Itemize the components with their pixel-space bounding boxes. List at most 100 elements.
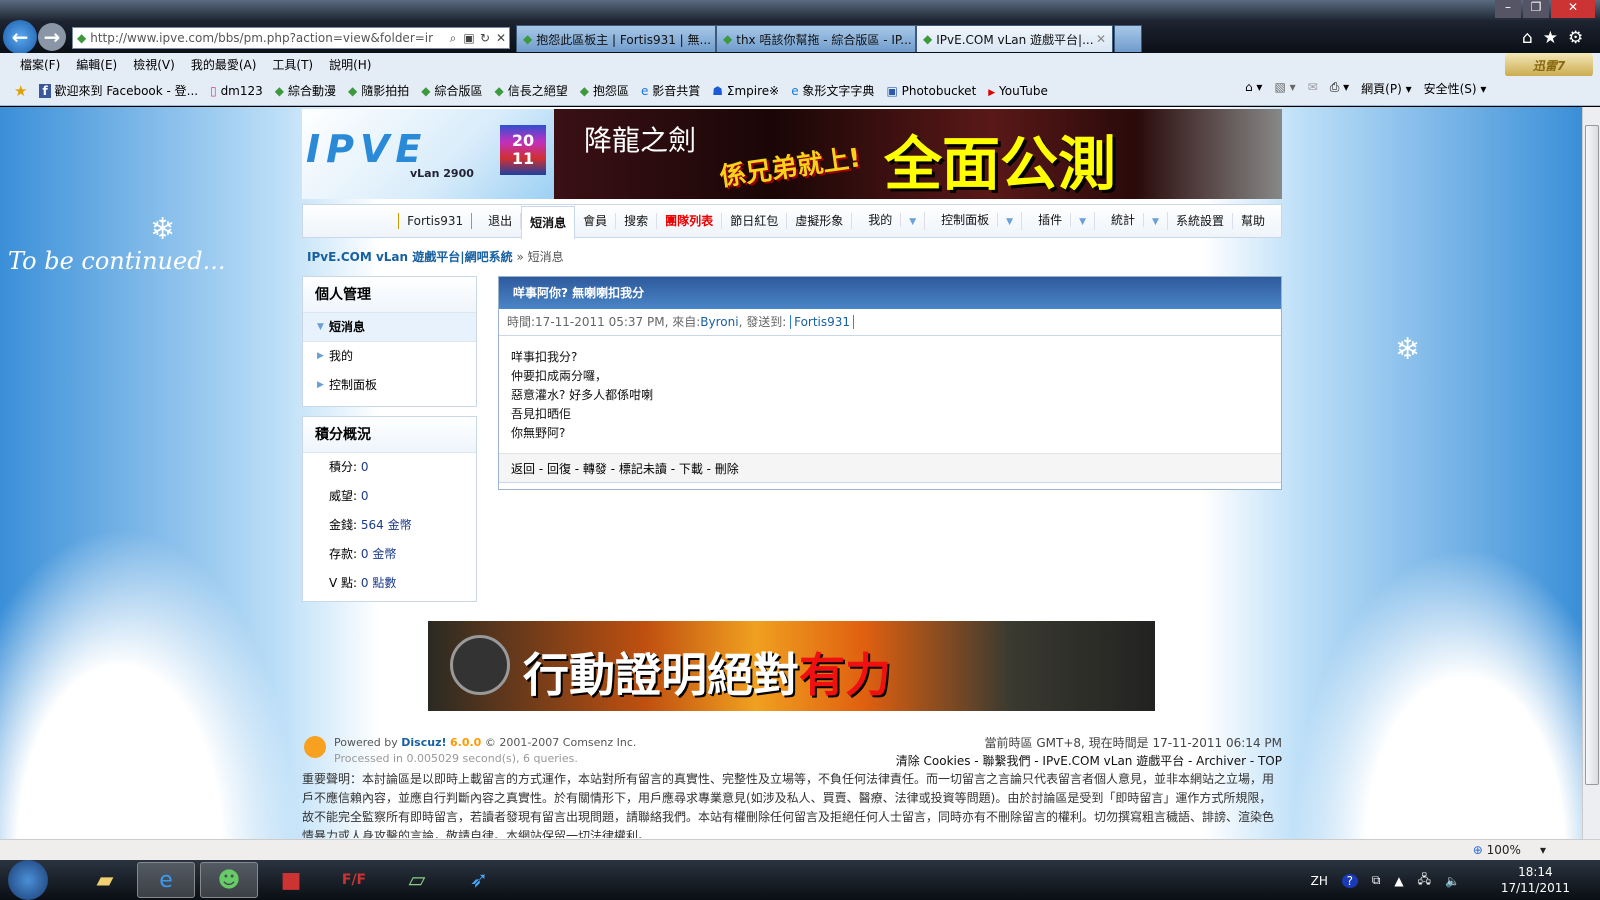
- favorite-link[interactable]: ☗ Σmpire※: [712, 84, 779, 98]
- site-favicon: ◆: [579, 84, 590, 98]
- lightbulb-icon: [304, 736, 326, 758]
- nav-my[interactable]: 我的 ▼: [852, 212, 926, 230]
- print-icon[interactable]: ⎙ ▾: [1330, 80, 1349, 97]
- menu-edit[interactable]: 編輯(E): [76, 56, 117, 73]
- favorite-link[interactable]: e 影音共賞: [641, 82, 700, 99]
- nav-control-panel[interactable]: 控制面板 ▼: [925, 212, 1023, 230]
- recipient-link[interactable]: Fortis931: [790, 315, 855, 329]
- taskbar-network-card-icon[interactable]: ▱: [388, 862, 446, 898]
- footer-links[interactable]: 清除 Cookies - 聯繫我們 - IPvE.COM vLan 遊戲平台 -…: [896, 752, 1282, 769]
- minimize-button[interactable]: –: [1495, 0, 1521, 18]
- favorite-link[interactable]: ▶ YouTube: [988, 84, 1048, 98]
- tab[interactable]: ◆ 抱怨此區板主 | Fortis931 | 無...: [516, 25, 716, 52]
- nav-pm[interactable]: 短消息: [521, 205, 576, 239]
- language-indicator[interactable]: ZH: [1311, 874, 1328, 888]
- zoom-control[interactable]: ⊕ 100% ▾: [1473, 843, 1546, 857]
- favorite-link[interactable]: ▣ Photobucket: [886, 84, 976, 98]
- taskbar-xunlei-icon[interactable]: ➶: [450, 862, 508, 898]
- nav-stats[interactable]: 統計 ▼: [1095, 212, 1168, 230]
- volume-icon[interactable]: 🔈: [1445, 874, 1460, 888]
- tab-label: IPvE.COM vLan 遊戲平台|...: [936, 32, 1094, 47]
- window-icon[interactable]: ⧉: [1372, 873, 1381, 888]
- nav-red-packet[interactable]: 節日紅包: [722, 213, 788, 229]
- sidebar-item-pm[interactable]: ▼ 短消息: [303, 313, 476, 342]
- header-ad-banner[interactable]: 降龍之劍 係兄弟就上! 全面公測: [554, 109, 1282, 199]
- ad-text-main: 行動證明絕對: [523, 648, 799, 702]
- rss-feed-icon[interactable]: ▧ ▾: [1274, 80, 1295, 97]
- menu-help[interactable]: 說明(H): [329, 56, 371, 73]
- close-tab-icon[interactable]: ✕: [1096, 32, 1106, 46]
- add-favorite-star-icon[interactable]: ★: [14, 82, 27, 100]
- taskbar-explorer-icon[interactable]: ▰: [76, 862, 134, 898]
- search-icon[interactable]: ⌕: [445, 31, 461, 46]
- nav-help[interactable]: 幫助: [1233, 213, 1273, 229]
- site-favicon: ◆: [77, 31, 87, 45]
- new-tab-button[interactable]: [1114, 25, 1142, 52]
- tab-active[interactable]: ◆ IPvE.COM vLan 遊戲平台|... ✕: [916, 25, 1113, 52]
- favorite-link[interactable]: ◆ 信長之絕望: [495, 82, 568, 99]
- taskbar-ff-icon[interactable]: F/F: [325, 862, 383, 898]
- forward-button[interactable]: →: [38, 23, 66, 51]
- url-text[interactable]: http://www.ipve.com/bbs/pm.php?action=vi…: [90, 31, 445, 45]
- home-icon[interactable]: ⌂: [1522, 28, 1533, 48]
- vertical-scrollbar[interactable]: [1582, 107, 1600, 839]
- favorite-link[interactable]: ▯ dm123: [210, 84, 263, 98]
- stop-icon[interactable]: ✕: [493, 31, 509, 45]
- favorite-link[interactable]: e 象形文字字典: [791, 82, 874, 99]
- sidebar-item-my[interactable]: ▶ 我的: [303, 342, 476, 371]
- close-window-button[interactable]: ✕: [1551, 0, 1595, 18]
- nav-settings[interactable]: 系統設置: [1168, 213, 1233, 229]
- sidebar-item-control-panel[interactable]: ▶ 控制面板: [303, 371, 476, 400]
- favorite-link[interactable]: ◆ 抱怨區: [580, 82, 629, 99]
- nav-avatar[interactable]: 虛擬形象: [787, 213, 853, 229]
- start-button[interactable]: [8, 860, 48, 900]
- taskbar-ie-icon[interactable]: e: [137, 862, 195, 898]
- address-bar[interactable]: ◆ http://www.ipve.com/bbs/pm.php?action=…: [72, 27, 510, 49]
- back-button[interactable]: ←: [3, 20, 37, 54]
- taskbar-app-icon[interactable]: ■: [262, 862, 320, 898]
- scrollbar-thumb[interactable]: [1585, 125, 1599, 785]
- message-line: 惡意灌水? 好多人都係咁喇: [511, 388, 654, 402]
- help-icon[interactable]: ?: [1341, 873, 1358, 888]
- sender-link[interactable]: Byroni: [700, 315, 738, 329]
- message-time: 17-11-2011 05:37 PM,: [535, 315, 669, 329]
- menu-tools[interactable]: 工具(T): [272, 56, 313, 73]
- ad-emblem: [450, 635, 510, 695]
- breadcrumb-current: 短消息: [527, 250, 564, 264]
- menu-file[interactable]: 檔案(F): [20, 56, 60, 73]
- page-menu[interactable]: 網頁(P) ▾: [1361, 80, 1411, 97]
- favorite-link[interactable]: ◆ 綜合動漫: [275, 82, 336, 99]
- breadcrumb-home[interactable]: IPvE.COM vLan 遊戲平台|網吧系統: [307, 250, 513, 264]
- xunlei-addon-button[interactable]: 迅雷7: [1505, 53, 1593, 77]
- network-icon[interactable]: 🖧: [1418, 870, 1431, 891]
- nav-logout[interactable]: 退出: [480, 213, 522, 229]
- home-icon[interactable]: ⌂ ▾: [1245, 80, 1262, 97]
- safety-menu[interactable]: 安全性(S) ▾: [1424, 80, 1487, 97]
- favorite-link[interactable]: ◆ 隨影拍拍: [348, 82, 409, 99]
- nav-username[interactable]: Fortis931: [398, 213, 473, 229]
- copyright: © 2001-2007 Comsenz Inc.: [484, 736, 637, 749]
- taskbar-messenger-icon[interactable]: ☻: [200, 862, 258, 898]
- refresh-icon[interactable]: ↻: [477, 31, 493, 45]
- mail-icon[interactable]: ✉: [1308, 80, 1318, 97]
- menu-view[interactable]: 檢視(V): [133, 56, 175, 73]
- favorites-star-icon[interactable]: ★: [1543, 28, 1558, 48]
- clock[interactable]: 18:14 17/11/2011: [1501, 864, 1570, 896]
- nav-members[interactable]: 會員: [575, 213, 617, 229]
- message-actions[interactable]: 返回 - 回復 - 轉發 - 標記未讀 - 下載 - 刪除: [499, 453, 1281, 483]
- nav-search[interactable]: 搜索: [616, 213, 658, 229]
- favorite-link[interactable]: f 歡迎來到 Facebook - 登...: [39, 82, 198, 99]
- maximize-button[interactable]: ❐: [1523, 0, 1549, 18]
- menu-favorites[interactable]: 我的最愛(A): [191, 56, 257, 73]
- favorite-link[interactable]: ◆ 綜合版區: [421, 82, 482, 99]
- site-logo[interactable]: IPVE vLan 2900 20 11: [302, 109, 554, 199]
- nav-label: 我的: [860, 213, 902, 227]
- tab[interactable]: ◆ thx 唔該你幫拖 - 綜合版區 - IP...: [716, 25, 916, 52]
- nav-team-list[interactable]: 團隊列表: [657, 213, 723, 229]
- discuz-link[interactable]: Discuz!: [401, 736, 446, 749]
- bottom-ad-banner[interactable]: 行動證明絕對有力: [428, 621, 1155, 711]
- compat-icon[interactable]: ▣: [461, 31, 477, 45]
- nav-plugins[interactable]: 插件 ▼: [1022, 212, 1096, 230]
- gear-icon[interactable]: ⚙: [1568, 28, 1583, 48]
- tray-expand-icon[interactable]: ▲: [1394, 874, 1403, 888]
